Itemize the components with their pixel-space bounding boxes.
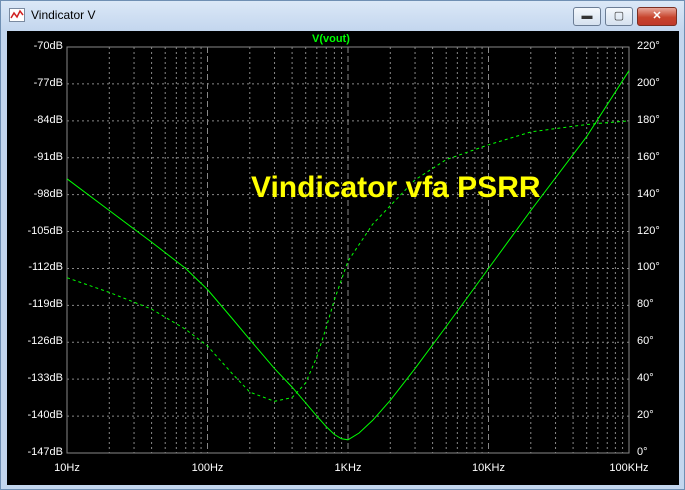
y-tick-left: -91dB: [33, 150, 63, 163]
y-tick-right: 120°: [637, 224, 660, 237]
maximize-icon: ▢: [613, 10, 625, 22]
x-tick-label: 100KHz: [609, 462, 649, 474]
y-tick-left: -84dB: [33, 113, 63, 126]
y-tick-left: -119dB: [28, 298, 63, 311]
y-tick-right: 200°: [637, 76, 660, 89]
app-window: Vindicator V ▬ ▢ ✕ V(vout) Vindicator vf…: [0, 0, 685, 490]
waveform-app-icon: [9, 8, 25, 22]
x-tick-label: 1KHz: [334, 462, 362, 474]
close-icon: ✕: [652, 10, 662, 22]
y-tick-left: -126dB: [27, 335, 63, 348]
x-tick-label: 100Hz: [191, 462, 224, 474]
y-tick-right: 140°: [637, 187, 660, 200]
y-tick-left: -147dB: [27, 446, 63, 458]
y-tick-right: 80°: [637, 298, 654, 311]
minimize-button[interactable]: ▬: [573, 7, 601, 26]
chart-annotation: Vindicator vfa PSRR: [251, 171, 541, 204]
y-tick-right: 60°: [637, 335, 654, 348]
y-tick-left: -98dB: [33, 187, 63, 200]
title-bar[interactable]: Vindicator V ▬ ▢ ✕: [1, 1, 684, 31]
maximize-button[interactable]: ▢: [605, 7, 633, 26]
minimize-icon: ▬: [581, 10, 593, 22]
y-tick-right: 180°: [637, 113, 660, 126]
y-tick-right: 100°: [637, 261, 660, 274]
y-tick-left: -105dB: [27, 224, 63, 237]
y-tick-right: 20°: [637, 409, 654, 422]
waveform-plot[interactable]: V(vout) Vindicator vfa PSRR -70dB -77dB -8…: [7, 31, 679, 485]
y-tick-left: -140dB: [27, 409, 63, 422]
window-title: Vindicator V: [31, 8, 96, 22]
y-tick-left: -112dB: [28, 261, 63, 274]
series-label[interactable]: V(vout): [312, 33, 350, 45]
close-button[interactable]: ✕: [637, 7, 677, 26]
x-tick-label: 10Hz: [54, 462, 80, 474]
plot-svg: [66, 46, 630, 454]
y-tick-right: 160°: [637, 150, 660, 163]
y-tick-right: 220°: [637, 40, 660, 52]
y-tick-left: -133dB: [27, 372, 63, 385]
y-tick-right: 40°: [637, 372, 654, 385]
y-tick-right: 0°: [637, 446, 648, 458]
y-tick-left: -77dB: [33, 76, 63, 89]
y-tick-left: -70dB: [33, 40, 63, 52]
x-tick-label: 10KHz: [471, 462, 506, 474]
